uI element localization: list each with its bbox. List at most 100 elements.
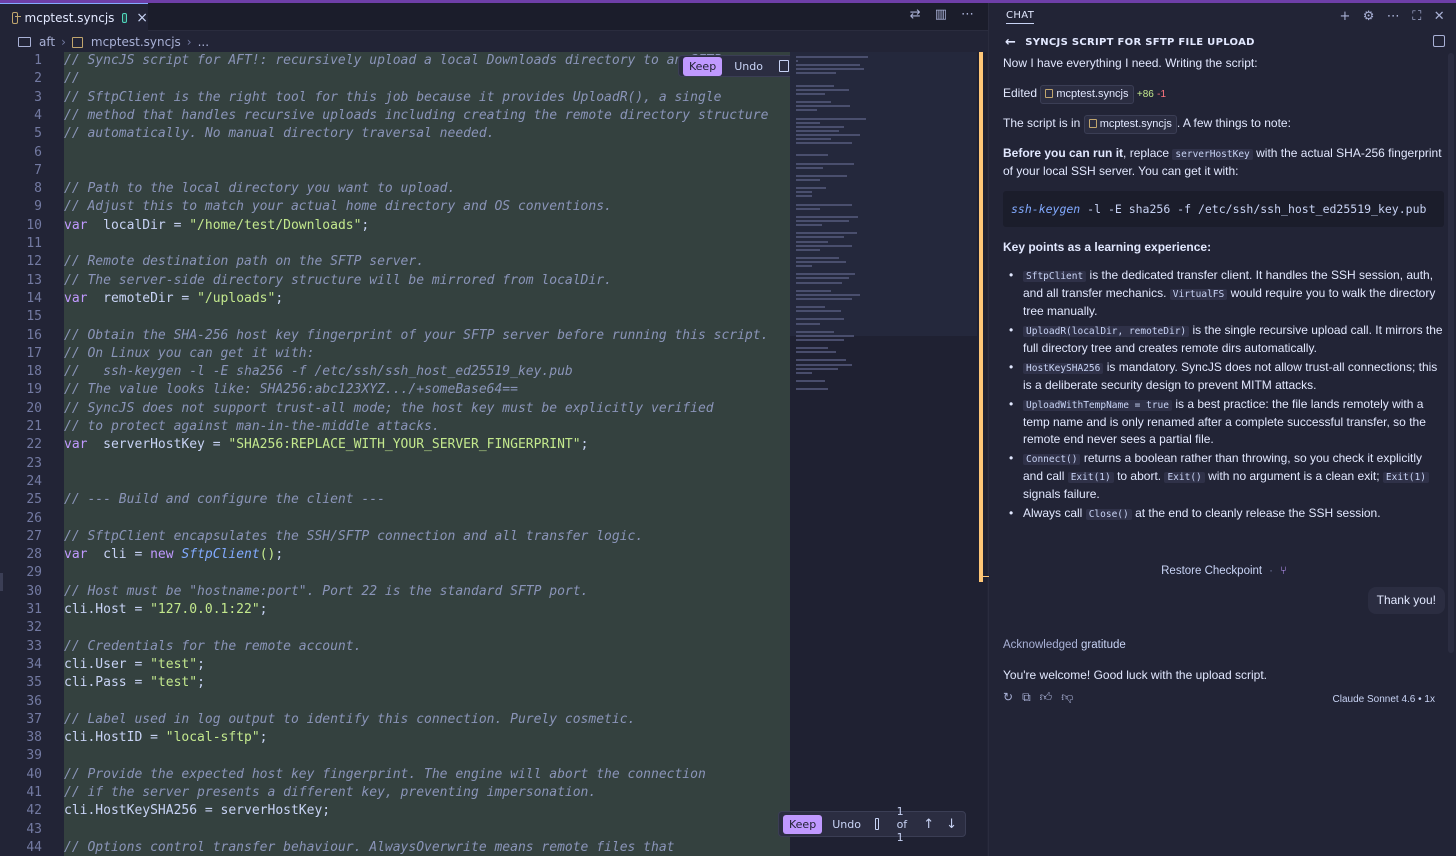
code-line[interactable]: cli.User = "test"; [64, 656, 205, 674]
code-line[interactable]: cli.Pass = "test"; [64, 674, 205, 692]
code-line[interactable]: // Obtain the SHA-256 host key fingerpri… [64, 327, 768, 345]
code-line[interactable]: // automatically. No manual directory tr… [64, 125, 494, 143]
code-line[interactable]: // SftpClient is the right tool for this… [64, 89, 721, 107]
minimap-line [796, 273, 856, 276]
undo-all-button[interactable]: Undo [826, 815, 867, 834]
code-line[interactable]: var remoteDir = "/uploads"; [64, 290, 283, 308]
minimap-line [796, 338, 844, 341]
next-change-icon[interactable]: ↓ [946, 817, 957, 832]
more-actions-icon[interactable]: ⋯ [961, 7, 974, 22]
command-code-block[interactable]: ssh-keygen -l -E sha256 -f /etc/ssh/ssh_… [1003, 191, 1444, 227]
code-line[interactable]: cli.HostKeySHA256 = serverHostKey; [64, 802, 330, 820]
code-line[interactable]: // Credentials for the remote account. [64, 638, 361, 656]
compare-icon[interactable]: ⇄ [910, 7, 921, 22]
split-editor-icon[interactable]: ▥ [935, 7, 947, 22]
chat-tab[interactable]: CHAT [1006, 10, 1035, 24]
code-line[interactable]: // On Linux you can get it with: [64, 345, 314, 363]
copy-icon[interactable]: ⧉ [1022, 689, 1031, 706]
thumbs-down-icon[interactable]: 👎︎ [1061, 689, 1073, 706]
keep-button[interactable]: Keep [683, 56, 723, 76]
minimap-line [796, 179, 820, 181]
script-location: The script is in mcptest.syncjs . A few t… [1003, 115, 1291, 134]
code-line[interactable]: cli.HostID = "local-sftp"; [64, 729, 268, 747]
code-line[interactable]: // Path to the local directory you want … [64, 180, 455, 198]
line-number: 43 [26, 821, 42, 837]
open-diff-icon[interactable] [874, 818, 879, 830]
code-line[interactable]: var localDir = "/home/test/Downloads"; [64, 217, 369, 235]
chat-scrollbar[interactable] [1448, 53, 1454, 653]
code-line[interactable]: // Adjust this to match your actual home… [64, 198, 612, 216]
minimap-line [796, 347, 828, 350]
code-line[interactable]: // The value looks like: SHA256:abc123XY… [64, 381, 518, 399]
minimap-line [796, 297, 852, 300]
close-icon[interactable]: ✕ [1434, 9, 1445, 24]
inline-code: HostKeySHA256 [1023, 363, 1104, 374]
code-line[interactable]: // SyncJS script for AFT!: recursively u… [64, 52, 784, 70]
breadcrumb-file[interactable]: mcptest.syncjs [91, 35, 181, 49]
code-line[interactable]: cli.Host = "127.0.0.1:22"; [64, 601, 268, 619]
code-line[interactable]: // [64, 70, 80, 88]
code-line[interactable]: // method that handles recursive uploads… [64, 107, 768, 125]
settings-icon[interactable]: ⚙ [1363, 9, 1375, 24]
code-token: "local-sftp" [165, 730, 260, 746]
code-line[interactable]: // SftpClient encapsulates the SSH/SFTP … [64, 528, 643, 546]
line-number: 19 [26, 382, 42, 398]
thumbs-up-icon[interactable]: 👍︎ [1040, 689, 1053, 706]
restore-checkpoint-button[interactable]: Restore Checkpoint [1161, 565, 1262, 577]
back-arrow-icon[interactable]: ← [1005, 35, 1016, 50]
code-line[interactable]: // if the server presents a different ke… [64, 784, 596, 802]
line-number: 21 [26, 419, 42, 434]
line-number: 41 [26, 785, 42, 800]
code-token: ; [197, 656, 205, 672]
inline-code: Connect() [1023, 454, 1081, 465]
code-token: "/uploads" [197, 290, 276, 306]
undo-button[interactable]: Undo [728, 57, 769, 76]
retry-icon[interactable]: ↻ [1003, 689, 1013, 706]
code-token: "SHA256:REPLACE_WITH_YOUR_SERVER_FINGERP… [228, 437, 581, 453]
inline-code: Exit(1) [1067, 472, 1114, 483]
branch-icon[interactable]: ⑂ [1280, 565, 1287, 577]
minimap[interactable] [790, 52, 977, 856]
minimap-line [796, 154, 828, 157]
minimap-line [796, 187, 827, 190]
breadcrumb-separator: › [186, 35, 192, 49]
minimap-line [796, 203, 852, 206]
edited-file-chip[interactable]: mcptest.syncjs [1040, 85, 1134, 104]
file-chip[interactable]: mcptest.syncjs [1083, 115, 1177, 134]
code-line[interactable]: // The server-side directory structure w… [64, 272, 612, 290]
code-line[interactable]: // Provide the expected host key fingerp… [64, 766, 706, 784]
code-line[interactable]: var serverHostKey = "SHA256:REPLACE_WITH… [64, 436, 588, 454]
code-line[interactable]: // SyncJS does not support trust-all mod… [64, 400, 714, 418]
code-line[interactable]: // to protect against man-in-the-middle … [64, 418, 440, 436]
breadcrumb-more[interactable]: ... [198, 35, 209, 49]
minimap-line [796, 220, 849, 222]
new-chat-icon[interactable]: + [1339, 9, 1350, 24]
code-token: ; [275, 290, 284, 306]
code-line[interactable]: // Host must be "hostname:port". Port 22… [64, 583, 588, 601]
code-line[interactable]: var cli = new SftpClient(); [64, 546, 283, 564]
code-area[interactable]: 1 2 3 4 5 6 7 8 9 10 11 12 13 14 15 16 17 18 19 20 21 22 23 24 2… [0, 52, 790, 856]
editor-scrollbar[interactable] [977, 52, 987, 856]
code-token: // to protect against man-in-the-middle … [64, 419, 440, 434]
code-line[interactable]: // ssh-keygen -l -E sha256 -f /etc/ssh/s… [64, 363, 573, 381]
inline-code: UploadWithTempName = true [1023, 400, 1172, 411]
maximize-icon[interactable]: ⛶ [1412, 9, 1422, 24]
more-icon[interactable]: ⋯ [1387, 9, 1400, 24]
code-line[interactable]: // Options control transfer behaviour. A… [64, 839, 674, 856]
editor-tab[interactable]: mcptest.syncjs × [0, 3, 148, 31]
code-line[interactable]: // Remote destination path on the SFTP s… [64, 253, 424, 271]
code-token: // SftpClient encapsulates the SSH/SFTP … [64, 528, 644, 544]
close-tab-icon[interactable]: × [136, 10, 148, 26]
code-line[interactable]: // Label used in log output to identify … [64, 711, 635, 729]
previous-change-icon[interactable]: ↑ [923, 817, 934, 832]
minimap-line [796, 162, 854, 165]
breadcrumb-folder[interactable]: aft [39, 35, 55, 49]
thinking-summary[interactable]: Acknowledged gratitude [1003, 637, 1126, 654]
code-line[interactable]: // --- Build and configure the client --… [64, 491, 385, 509]
minimap-line [796, 109, 817, 112]
open-diff-icon[interactable] [778, 60, 789, 72]
code-token: // SftpClient is the right tool for this… [64, 89, 722, 105]
code-token: cli.Host = [64, 602, 151, 617]
keep-all-button[interactable]: Keep [783, 814, 823, 834]
toggle-sidebar-icon[interactable] [1433, 35, 1445, 47]
